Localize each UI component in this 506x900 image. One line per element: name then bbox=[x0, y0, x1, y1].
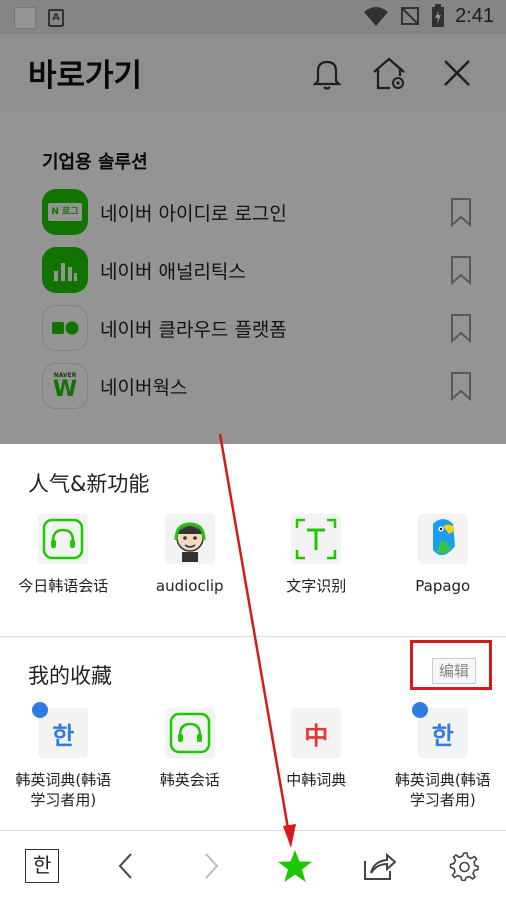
tile-korean-english-dict-2[interactable]: 한 韩英词典(韩语学习者用) bbox=[380, 702, 506, 810]
tile-korean-english-conversation[interactable]: 韩英会话 bbox=[127, 708, 254, 810]
section-title-favorites: 我的收藏 bbox=[28, 664, 112, 688]
tile-label: 文字识别 bbox=[286, 577, 347, 595]
chat-icon bbox=[38, 514, 89, 564]
korean-dict-icon: 한 bbox=[32, 702, 89, 758]
text-scan-icon bbox=[291, 514, 342, 564]
korean-dict-icon: 한 bbox=[411, 702, 468, 758]
tile-korean-english-dict[interactable]: 한 韩英词典(韩语学习者用) bbox=[0, 702, 127, 810]
chevron-right-icon bbox=[205, 852, 219, 879]
section-divider bbox=[0, 636, 506, 637]
share-icon bbox=[364, 852, 397, 880]
gear-icon bbox=[449, 851, 479, 881]
edit-highlight-box bbox=[410, 640, 492, 690]
tile-audioclip[interactable]: audioclip bbox=[127, 514, 254, 596]
chat-icon bbox=[164, 708, 215, 758]
tile-label: 韩英词典(韩语学习者用) bbox=[15, 771, 112, 809]
hangul-keyboard-button[interactable]: 한 bbox=[0, 831, 84, 900]
tile-label: 韩英词典(韩语学习者用) bbox=[394, 771, 491, 809]
tile-label: 韩英会话 bbox=[159, 771, 220, 789]
favorites-button[interactable] bbox=[253, 831, 337, 900]
tile-label: Papago bbox=[415, 577, 471, 595]
hangul-icon: 한 bbox=[25, 848, 60, 883]
tile-label: 中韩词典 bbox=[286, 771, 347, 789]
tile-label: 今日韩语会话 bbox=[18, 577, 109, 595]
settings-button[interactable] bbox=[422, 831, 506, 900]
forward-button[interactable] bbox=[169, 831, 253, 900]
favorites-grid: 한 韩英词典(韩语学习者用) 韩英会话 中 中韩词典 한 韩英词典(韩语学习者用… bbox=[0, 702, 506, 810]
tile-chinese-korean-dict[interactable]: 中 中韩词典 bbox=[253, 708, 380, 810]
star-icon bbox=[278, 849, 313, 882]
popular-grid: 今日韩语会话 audioclip 文字识别 Papago bbox=[0, 514, 506, 596]
tile-today-conversation[interactable]: 今日韩语会话 bbox=[0, 514, 127, 596]
modal-overlay[interactable] bbox=[0, 0, 506, 444]
bottom-nav: 한 bbox=[0, 830, 506, 900]
audioclip-avatar-icon bbox=[164, 514, 215, 564]
papago-parrot-icon bbox=[417, 514, 468, 564]
tile-label: audioclip bbox=[155, 577, 224, 595]
tile-text-recognition[interactable]: 文字识别 bbox=[253, 514, 380, 596]
new-badge-icon bbox=[411, 702, 428, 718]
shortcut-sheet: 人气&新功能 今日韩语会话 audioclip 文字识别 Papago 我的收藏… bbox=[0, 444, 506, 830]
chinese-dict-icon: 中 bbox=[291, 708, 342, 758]
back-button[interactable] bbox=[84, 831, 168, 900]
chevron-left-icon bbox=[119, 852, 133, 879]
tile-papago[interactable]: Papago bbox=[380, 514, 506, 596]
new-badge-icon bbox=[32, 702, 49, 718]
section-title-popular: 人气&新功能 bbox=[28, 472, 150, 496]
share-button[interactable] bbox=[337, 831, 421, 900]
